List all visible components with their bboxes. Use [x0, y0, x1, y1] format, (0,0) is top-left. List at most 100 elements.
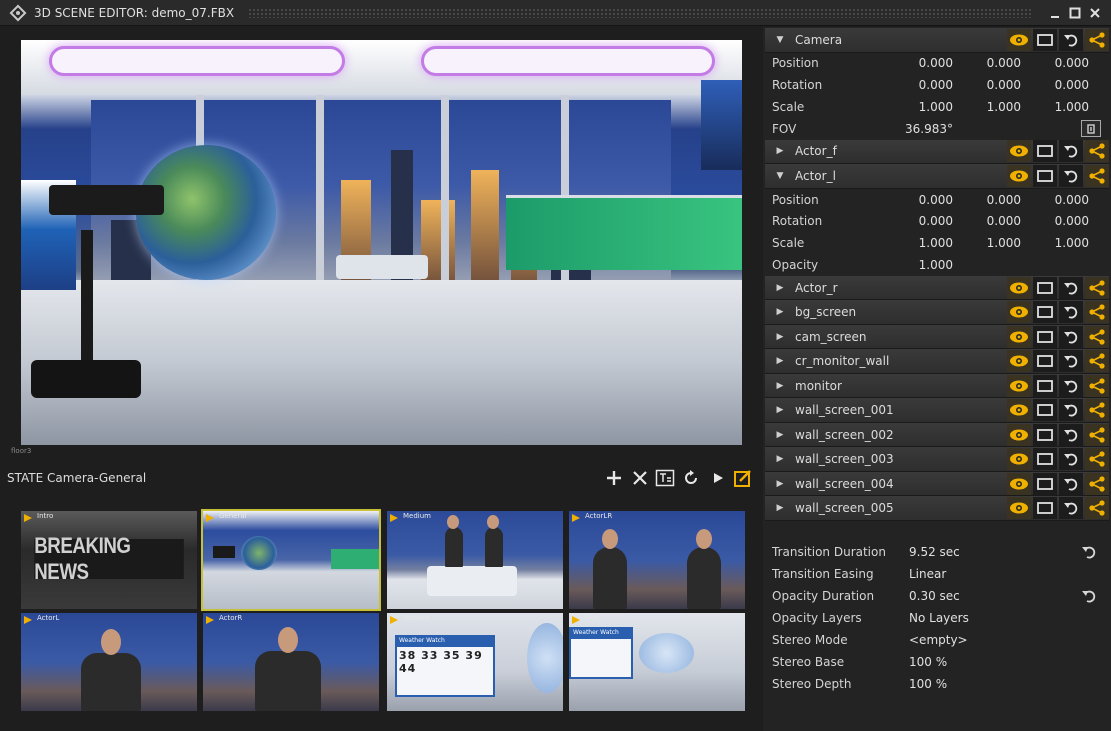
camera-frame-toggle[interactable]: [1033, 28, 1057, 51]
wall-screen-004-visibility-toggle[interactable]: [1007, 472, 1031, 495]
expand-arrow-icon[interactable]: ▶: [765, 405, 795, 415]
actor-l-reset-button[interactable]: [1059, 164, 1083, 187]
value-x[interactable]: 1.000: [885, 100, 953, 114]
wall-screen-004-reset-button[interactable]: [1059, 472, 1083, 495]
tree-node-cr-monitor-wall[interactable]: ▶ cr_monitor_wall: [765, 349, 1109, 374]
tree-node-cam-screen[interactable]: ▶ cam_screen: [765, 324, 1109, 350]
setting-value[interactable]: 100 %: [909, 677, 947, 691]
value-z[interactable]: 0.000: [1021, 78, 1089, 92]
tree-node-wall-screen-004[interactable]: ▶ wall_screen_004: [765, 471, 1109, 497]
edit-state-button[interactable]: [733, 468, 753, 488]
wall-screen-001-reset-button[interactable]: [1059, 399, 1083, 422]
actor-f-visibility-toggle[interactable]: [1007, 140, 1031, 163]
expand-arrow-icon[interactable]: ▶: [765, 332, 795, 342]
cr-monitor-wall-reset-button[interactable]: [1059, 350, 1083, 373]
expand-arrow-icon[interactable]: ▶: [765, 479, 795, 489]
wall-screen-003-reset-button[interactable]: [1059, 448, 1083, 471]
wall-screen-005-visibility-toggle[interactable]: [1007, 497, 1031, 520]
tree-node-wall-screen-005[interactable]: ▶ wall_screen_005: [765, 496, 1109, 521]
actor-l-frame-toggle[interactable]: [1033, 164, 1057, 187]
fov-value[interactable]: 36.983°: [885, 122, 953, 136]
monitor-visibility-toggle[interactable]: [1007, 374, 1031, 397]
value-x[interactable]: 1.000: [885, 236, 953, 250]
cr-monitor-wall-visibility-toggle[interactable]: [1007, 350, 1031, 373]
opacity-value[interactable]: 1.000: [885, 258, 953, 272]
tree-node-actor-f[interactable]: ▶ Actor_f: [765, 139, 1109, 165]
actor-l-visibility-toggle[interactable]: [1007, 164, 1031, 187]
actor-l-link-button[interactable]: [1085, 164, 1109, 187]
thumbnail-intro[interactable]: BREAKING NEWS Intro: [21, 511, 197, 609]
value-y[interactable]: 0.000: [953, 193, 1021, 207]
tree-node-actor-l[interactable]: ▼ Actor_l: [765, 164, 1109, 189]
actor-r-frame-toggle[interactable]: [1033, 276, 1057, 299]
maximize-button[interactable]: [1067, 5, 1083, 21]
collapse-arrow-icon[interactable]: ▼: [765, 171, 795, 181]
refresh-button[interactable]: [681, 468, 701, 488]
cam-screen-link-button[interactable]: [1085, 325, 1109, 348]
value-y[interactable]: 0.000: [953, 56, 1021, 70]
monitor-reset-button[interactable]: [1059, 374, 1083, 397]
cam-screen-reset-button[interactable]: [1059, 325, 1083, 348]
tree-node-monitor[interactable]: ▶ monitor: [765, 373, 1109, 399]
cr-monitor-wall-frame-toggle[interactable]: [1033, 350, 1057, 373]
wall-screen-004-frame-toggle[interactable]: [1033, 472, 1057, 495]
value-y[interactable]: 1.000: [953, 236, 1021, 250]
camera-reset-button[interactable]: [1059, 28, 1083, 51]
close-window-button[interactable]: [1087, 5, 1103, 21]
cam-screen-visibility-toggle[interactable]: [1007, 325, 1031, 348]
add-state-button[interactable]: [604, 468, 624, 488]
wall-screen-004-link-button[interactable]: [1085, 472, 1109, 495]
value-y[interactable]: 0.000: [953, 78, 1021, 92]
value-x[interactable]: 0.000: [885, 214, 953, 228]
wall-screen-005-frame-toggle[interactable]: [1033, 497, 1057, 520]
bg-screen-reset-button[interactable]: [1059, 301, 1083, 324]
value-y[interactable]: 0.000: [953, 214, 1021, 228]
wall-screen-005-link-button[interactable]: [1085, 497, 1109, 520]
value-x[interactable]: 0.000: [885, 78, 953, 92]
thumbnail-general[interactable]: General: [201, 509, 381, 611]
collapse-arrow-icon[interactable]: ▼: [765, 35, 795, 45]
camera-link-button[interactable]: [1085, 28, 1109, 51]
expand-arrow-icon[interactable]: ▶: [765, 430, 795, 440]
tree-node-wall-screen-001[interactable]: ▶ wall_screen_001: [765, 398, 1109, 423]
delete-state-button[interactable]: [630, 468, 650, 488]
thumbnail-monitor[interactable]: Weather Watch 38 33 35 39 44 Monitor: [387, 613, 563, 711]
setting-value[interactable]: Linear: [909, 567, 946, 581]
actor-r-visibility-toggle[interactable]: [1007, 276, 1031, 299]
thumbnail-actorlr[interactable]: ActorLR: [569, 511, 745, 609]
tree-node-wall-screen-002[interactable]: ▶ wall_screen_002: [765, 422, 1109, 448]
setting-value[interactable]: No Layers: [909, 611, 969, 625]
actor-f-reset-button[interactable]: [1059, 140, 1083, 163]
setting-value[interactable]: 9.52 sec: [909, 545, 960, 559]
wall-screen-002-reset-button[interactable]: [1059, 423, 1083, 446]
wall-screen-003-visibility-toggle[interactable]: [1007, 448, 1031, 471]
value-y[interactable]: 1.000: [953, 100, 1021, 114]
expand-arrow-icon[interactable]: ▶: [765, 307, 795, 317]
value-x[interactable]: 0.000: [885, 56, 953, 70]
tree-node-wall-screen-003[interactable]: ▶ wall_screen_003: [765, 447, 1109, 472]
reset-icon[interactable]: [1081, 544, 1097, 560]
monitor-link-button[interactable]: [1085, 374, 1109, 397]
fov-lock-button[interactable]: [1081, 120, 1101, 138]
bg-screen-frame-toggle[interactable]: [1033, 301, 1057, 324]
edit-text-button[interactable]: [655, 468, 675, 488]
wall-screen-005-reset-button[interactable]: [1059, 497, 1083, 520]
setting-value[interactable]: 100 %: [909, 655, 947, 669]
wall-screen-003-link-button[interactable]: [1085, 448, 1109, 471]
wall-screen-002-link-button[interactable]: [1085, 423, 1109, 446]
cam-screen-frame-toggle[interactable]: [1033, 325, 1057, 348]
wall-screen-001-frame-toggle[interactable]: [1033, 399, 1057, 422]
setting-value[interactable]: <empty>: [909, 633, 968, 647]
expand-arrow-icon[interactable]: ▶: [765, 381, 795, 391]
value-z[interactable]: 1.000: [1021, 236, 1089, 250]
wall-screen-001-link-button[interactable]: [1085, 399, 1109, 422]
wall-screen-001-visibility-toggle[interactable]: [1007, 399, 1031, 422]
thumbnail-actorr[interactable]: ActorR: [203, 613, 379, 711]
expand-arrow-icon[interactable]: ▶: [765, 503, 795, 513]
expand-arrow-icon[interactable]: ▶: [765, 283, 795, 293]
actor-r-link-button[interactable]: [1085, 276, 1109, 299]
value-z[interactable]: 0.000: [1021, 193, 1089, 207]
tree-node-actor-r[interactable]: ▶ Actor_r: [765, 275, 1109, 301]
title-grip[interactable]: [248, 7, 1033, 18]
value-z[interactable]: 0.000: [1021, 214, 1089, 228]
